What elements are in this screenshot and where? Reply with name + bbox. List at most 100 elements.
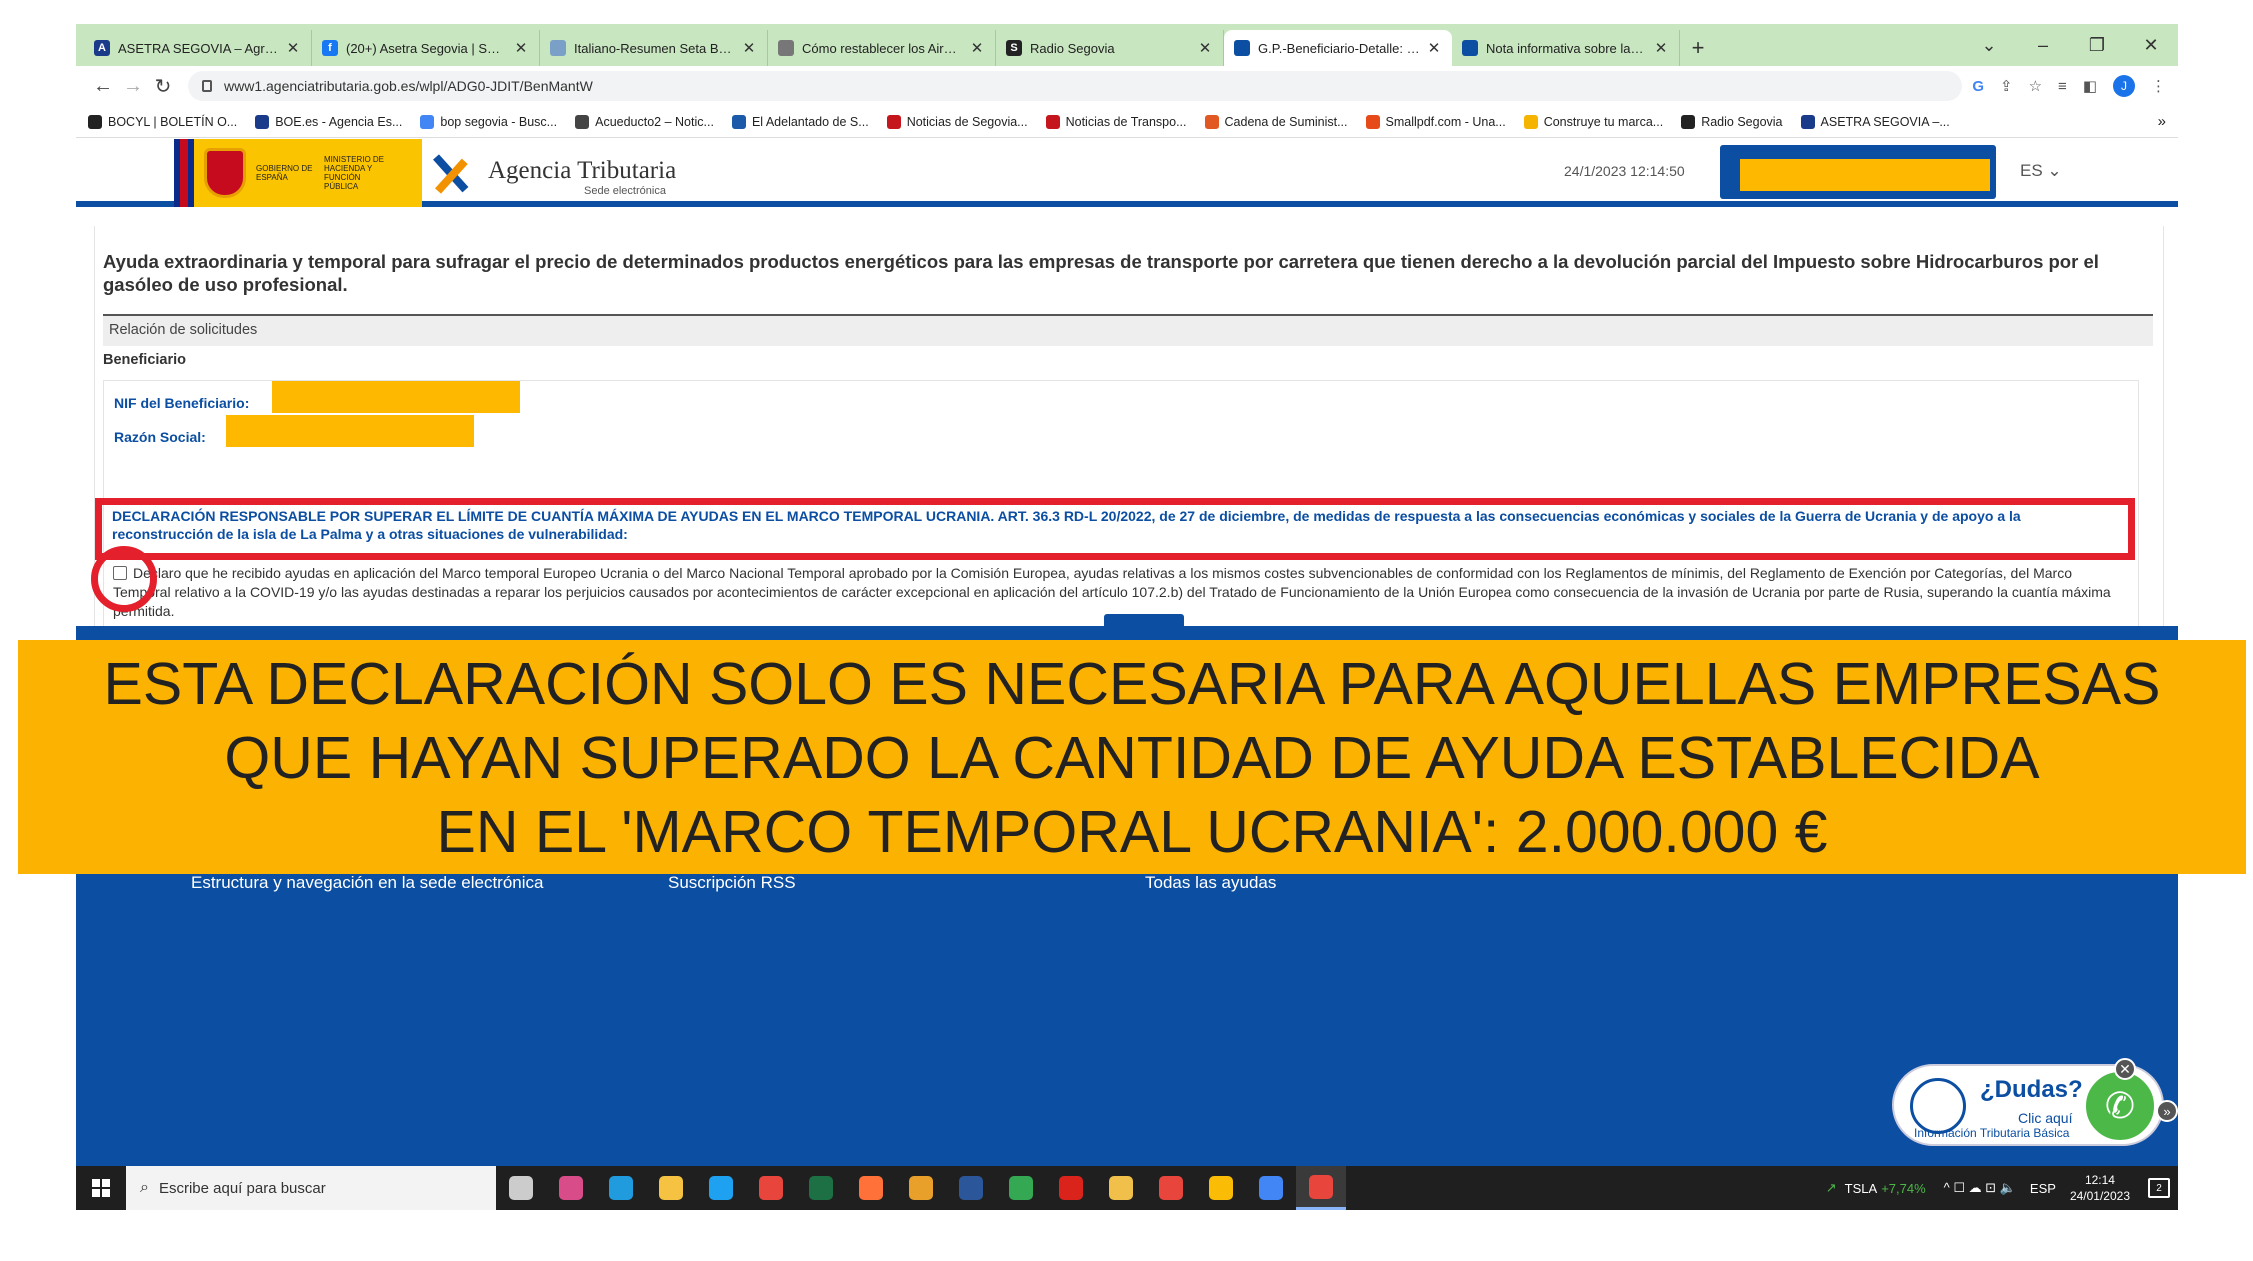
tab-close-icon[interactable]: ✕ [741, 39, 757, 57]
declaration-highlight-box: DECLARACIÓN RESPONSABLE POR SUPERAR EL L… [95, 498, 2135, 560]
bookmark-item[interactable]: bop segovia - Busc... [420, 114, 557, 129]
tab-favicon-icon [778, 40, 794, 56]
start-button[interactable] [76, 1166, 126, 1210]
new-tab-button[interactable]: + [1680, 30, 1716, 66]
browser-tab[interactable]: G.P.-Beneficiario-Detalle: B4014 ✕ [1224, 30, 1452, 66]
agencia-tributaria-logo[interactable]: Agencia Tributaria Sede electrónica [432, 147, 677, 197]
tab-title: (20+) Asetra Segovia | Segovia | [346, 40, 507, 56]
taskbar-clock[interactable]: 12:14 24/01/2023 [2070, 1172, 2130, 1204]
user-session-button[interactable] [1720, 145, 1996, 199]
tab-close-icon[interactable]: ✕ [1426, 39, 1442, 57]
taskbar-app-chrome-4[interactable] [1196, 1166, 1246, 1210]
bookmark-item[interactable]: Acueducto2 – Notic... [575, 114, 714, 129]
chrome-2-icon [1009, 1176, 1033, 1200]
bookmark-favicon-icon [886, 114, 901, 129]
taskbar-app-edge[interactable] [596, 1166, 646, 1210]
tab-favicon-icon: S [1006, 40, 1022, 56]
phone-icon[interactable]: ✆ [2082, 1068, 2158, 1144]
taskbar-app-chrome-5[interactable] [1246, 1166, 1296, 1210]
reading-list-icon[interactable]: ≡ [2058, 78, 2067, 95]
taskbar-app-chrome[interactable] [746, 1166, 796, 1210]
browser-tab[interactable]: f (20+) Asetra Segovia | Segovia | ✕ [312, 30, 540, 66]
ministry-label: MINISTERIO DE HACIENDA Y FUNCIÓN PÚBLICA [324, 155, 385, 191]
browser-tab[interactable]: A ASETRA SEGOVIA – Agrupación ✕ [84, 30, 312, 66]
taskbar-app-chrome-3[interactable] [1146, 1166, 1196, 1210]
bookmark-item[interactable]: Construye tu marca... [1523, 114, 1663, 129]
checkbox-highlight-circle [91, 546, 157, 612]
bookmark-star-icon[interactable]: ☆ [2029, 77, 2042, 95]
bookmark-item[interactable]: El Adelantado de S... [731, 114, 869, 129]
tab-search-button[interactable]: ⌄ [1962, 35, 2016, 56]
tab-close-icon[interactable]: ✕ [285, 39, 301, 57]
bookmark-label: Smallpdf.com - Una... [1385, 114, 1506, 129]
notifications-icon[interactable]: 2 [2148, 1178, 2170, 1198]
minimize-button[interactable]: – [2016, 35, 2070, 56]
taskbar-app-chrome-active[interactable] [1296, 1166, 1346, 1210]
taskbar-app-excel[interactable] [796, 1166, 846, 1210]
restore-button[interactable]: ❐ [2070, 35, 2124, 56]
taskbar-app-firefox[interactable] [846, 1166, 896, 1210]
word-icon [959, 1176, 983, 1200]
tray-icons[interactable]: ^ ☐ ☁ ⊡ 🔈 [1944, 1180, 2016, 1196]
taskbar-apps [496, 1166, 1346, 1210]
side-panel-icon[interactable]: ◧ [2083, 77, 2097, 95]
taskbar-app-internet-explorer[interactable] [696, 1166, 746, 1210]
taskbar-app-task-view[interactable] [496, 1166, 546, 1210]
help-expand-icon[interactable]: » [2156, 1100, 2178, 1122]
bookmark-item[interactable]: BOE.es - Agencia Es... [255, 114, 402, 129]
browser-tab[interactable]: Italiano-Resumen Seta Baricco ✕ [540, 30, 768, 66]
government-logo[interactable]: GOBIERNO DE ESPAÑA MINISTERIO DE HACIEND… [174, 139, 422, 207]
browser-tab[interactable]: Nota informativa sobre la nueva ✕ [1452, 30, 1680, 66]
browser-menu-icon[interactable]: ⋮ [2151, 77, 2166, 95]
taskbar-app-media-player[interactable] [896, 1166, 946, 1210]
tab-close-icon[interactable]: ✕ [1197, 39, 1213, 57]
browser-tab[interactable]: S Radio Segovia ✕ [996, 30, 1224, 66]
taskbar-search[interactable]: ⌕ Escribe aquí para buscar [126, 1166, 496, 1210]
bookmark-favicon-icon [255, 114, 270, 129]
tab-close-icon[interactable]: ✕ [513, 39, 529, 57]
bookmark-item[interactable]: Noticias de Segovia... [886, 114, 1028, 129]
footer-link[interactable]: Estructura y navegación en la sede elect… [191, 873, 661, 903]
taskbar-app-chrome-2[interactable] [996, 1166, 1046, 1210]
share-icon[interactable]: ⇪ [2000, 77, 2013, 95]
bookmark-item[interactable]: Smallpdf.com - Una... [1365, 114, 1506, 129]
tab-favicon-icon [550, 40, 566, 56]
taskbar-app-outlook-folder[interactable] [1096, 1166, 1146, 1210]
profile-avatar[interactable]: J [2113, 75, 2135, 97]
footer-link[interactable]: Suscripción RSS [668, 873, 1138, 903]
tabs-container: A ASETRA SEGOVIA – Agrupación ✕ f (20+) Aset… [76, 24, 1680, 66]
bookmark-favicon-icon [731, 114, 746, 129]
tab-close-icon[interactable]: ✕ [969, 39, 985, 57]
url-field[interactable]: www1.agenciatributaria.gob.es/wlpl/ADG0-… [188, 71, 1963, 101]
close-window-button[interactable]: ✕ [2124, 35, 2178, 56]
bookmark-item[interactable]: ASETRA SEGOVIA –... [1800, 114, 1950, 129]
footer-link-label: Estructura y navegación en la sede elect… [191, 872, 544, 892]
input-language[interactable]: ESP [2030, 1181, 2056, 1196]
taskbar-app-word[interactable] [946, 1166, 996, 1210]
bookmarks-overflow-icon[interactable]: » [2158, 113, 2166, 130]
tab-title: G.P.-Beneficiario-Detalle: B4014 [1258, 40, 1420, 56]
taskbar-app-file-explorer[interactable] [646, 1166, 696, 1210]
bookmark-item[interactable]: Radio Segovia [1681, 114, 1783, 129]
lock-icon[interactable] [202, 80, 212, 92]
help-close-icon[interactable]: ✕ [2114, 1058, 2136, 1080]
taskbar-app-acrobat[interactable] [1046, 1166, 1096, 1210]
bookmark-item[interactable]: BOCYL | BOLETÍN O... [88, 114, 237, 129]
bookmark-item[interactable]: Noticias de Transpo... [1045, 114, 1187, 129]
tab-title: Cómo restablecer los AirPods y [802, 40, 963, 56]
tab-close-icon[interactable]: ✕ [1653, 39, 1669, 57]
google-translate-icon[interactable]: G [1972, 78, 1984, 95]
forward-arrow-icon[interactable]: → [118, 75, 148, 98]
stock-ticker[interactable]: TSLA [1845, 1181, 1878, 1196]
back-arrow-icon[interactable]: ← [88, 75, 118, 98]
stock-change: +7,74% [1881, 1180, 1926, 1196]
footer-link[interactable]: Todas las ayudas [1145, 873, 1615, 903]
taskbar-app-app-paint[interactable] [546, 1166, 596, 1210]
language-selector[interactable]: ES ⌄ [2020, 161, 2062, 181]
bookmark-item[interactable]: Cadena de Suminist... [1204, 114, 1348, 129]
brand-name: Agencia Tributaria [488, 157, 677, 184]
bookmark-label: Acueducto2 – Notic... [595, 114, 714, 129]
bookmark-label: Cadena de Suminist... [1224, 114, 1348, 129]
reload-icon[interactable]: ↻ [148, 74, 178, 99]
browser-tab[interactable]: Cómo restablecer los AirPods y ✕ [768, 30, 996, 66]
